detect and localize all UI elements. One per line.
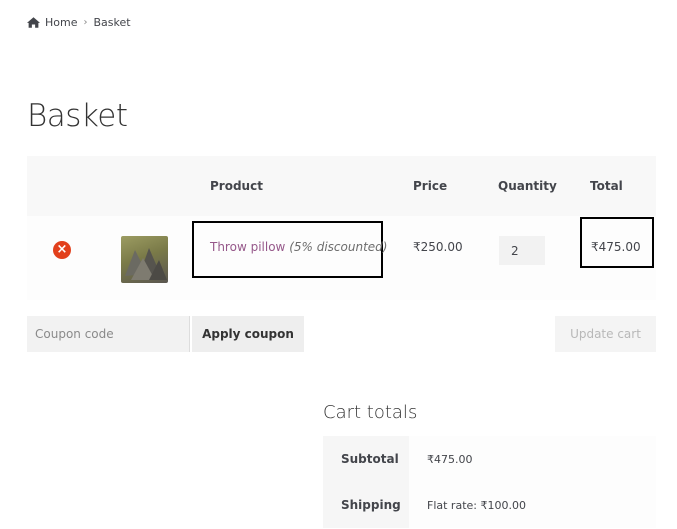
product-thumbnail[interactable]	[121, 236, 168, 283]
apply-coupon-button[interactable]: Apply coupon	[192, 316, 304, 352]
breadcrumb-home-link[interactable]: Home	[45, 16, 77, 29]
product-name-link[interactable]: Throw pillow (5% discounted)	[210, 240, 387, 254]
totals-row-subtotal: Subtotal ₹475.00	[323, 436, 656, 482]
breadcrumb: Home › Basket	[27, 16, 131, 29]
column-header-quantity: Quantity	[498, 179, 557, 193]
column-header-product: Product	[210, 179, 263, 193]
cart-table-header: Product Price Quantity Total	[27, 156, 656, 216]
shipping-value: Flat rate: ₹100.00	[409, 482, 656, 528]
remove-item-icon[interactable]: ×	[53, 241, 71, 259]
breadcrumb-separator: ›	[83, 17, 88, 28]
product-name[interactable]: Throw pillow	[210, 240, 285, 254]
shipping-label: Shipping	[323, 482, 409, 528]
home-icon	[27, 17, 40, 28]
subtotal-label: Subtotal	[323, 436, 409, 482]
cart-totals-title: Cart totals	[323, 402, 418, 423]
quantity-input[interactable]	[499, 236, 545, 265]
cart-totals-table: Subtotal ₹475.00 Shipping Flat rate: ₹10…	[323, 436, 656, 529]
update-cart-button[interactable]: Update cart	[555, 316, 656, 352]
column-header-price: Price	[413, 179, 448, 193]
product-discount-note: (5% discounted)	[289, 240, 388, 254]
page-title: Basket	[27, 98, 128, 134]
column-header-total: Total	[590, 179, 623, 193]
coupon-code-input[interactable]	[27, 316, 190, 352]
item-total: ₹475.00	[591, 240, 641, 254]
item-price: ₹250.00	[413, 240, 463, 254]
breadcrumb-current: Basket	[93, 16, 131, 29]
subtotal-value: ₹475.00	[409, 436, 656, 482]
totals-row-shipping: Shipping Flat rate: ₹100.00	[323, 482, 656, 528]
